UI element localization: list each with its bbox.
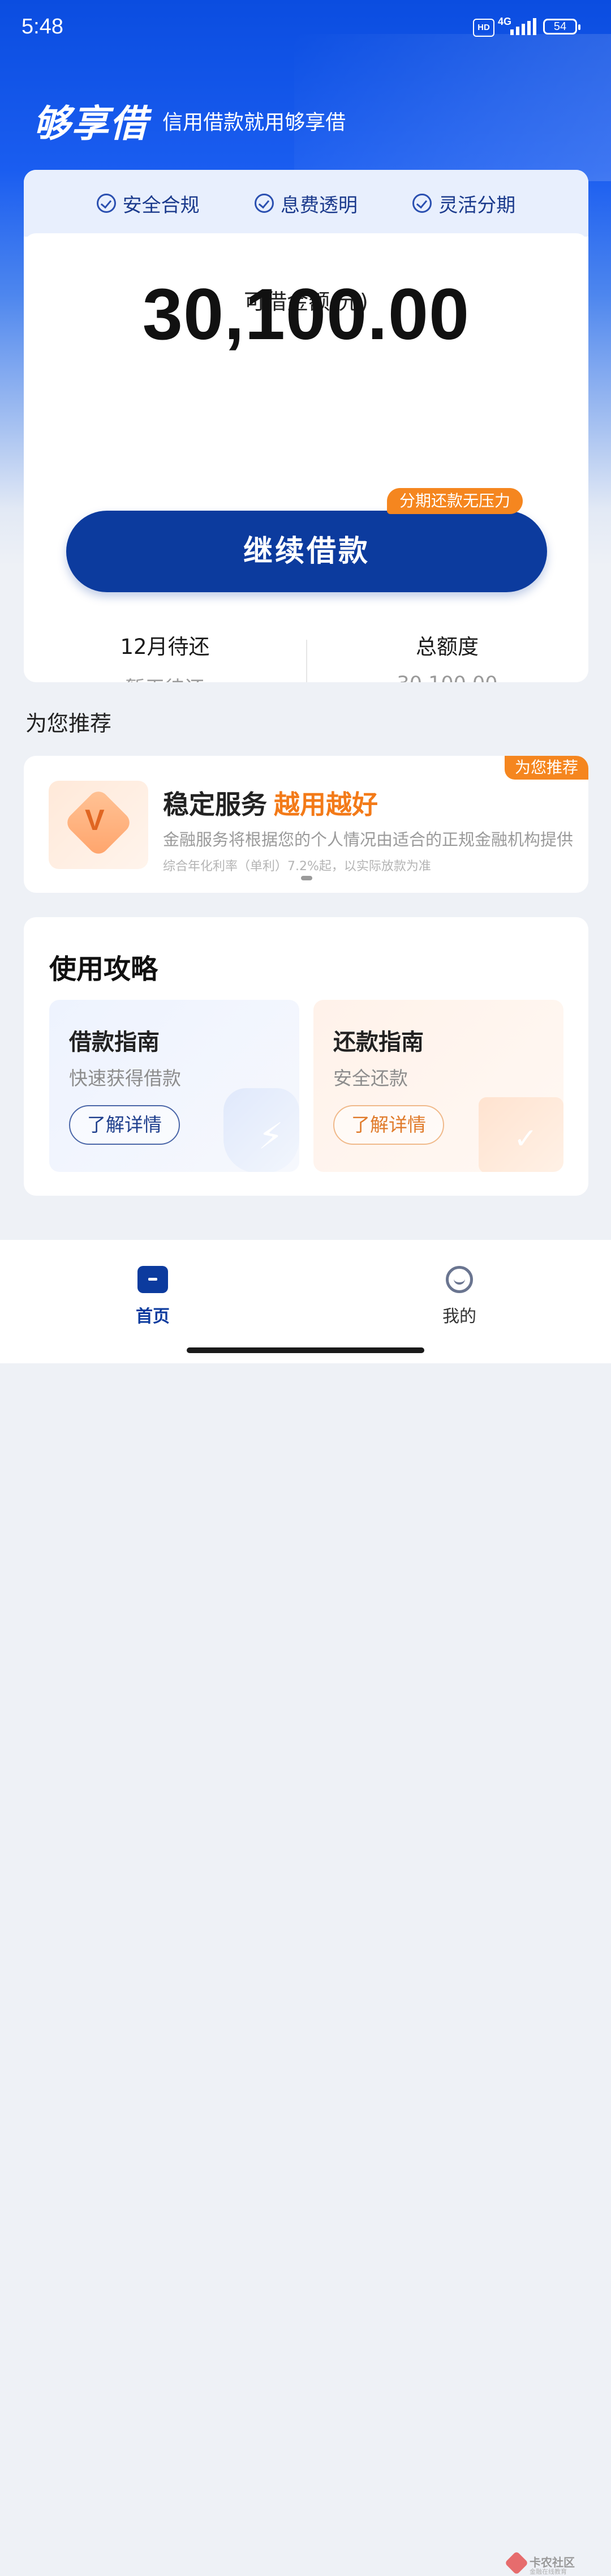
tab-home[interactable]: 首页 — [102, 1266, 204, 1327]
hd-indicator: HD — [473, 19, 494, 37]
recommend-section-title: 为您推荐 — [25, 711, 112, 736]
feature-label: 安全合规 — [122, 194, 200, 217]
check-circle-icon — [254, 194, 274, 213]
stat-divider — [306, 640, 307, 682]
status-bar: 5:48 HD 4G 54 — [0, 0, 611, 57]
brand-logo: 够享借 — [33, 102, 148, 146]
limit-value: 30,100.00 — [306, 673, 588, 682]
due-title: 12月待还 — [120, 635, 210, 659]
borrow-guide-card[interactable]: 借款指南 快速获得借款 了解详情 ⚡ — [49, 1000, 299, 1172]
loan-stats: 12月待还 暂无待还 总额度 30,100.00 — [24, 630, 588, 682]
recommend-rate-note: 综合年化利率（单利）7.2%起，以实际放款为准 — [163, 859, 431, 874]
due-value: 暂无待还 — [24, 673, 306, 682]
check-v-icon: V — [85, 804, 105, 837]
guide-card-title: 借款指南 — [69, 1029, 160, 1055]
usage-guide-section: 使用攻略 借款指南 快速获得借款 了解详情 ⚡ 还款指南 安全还款 了解详情 ✓ — [24, 917, 588, 1196]
feature-item: 灵活分期 — [412, 190, 515, 217]
feature-label: 息费透明 — [280, 194, 358, 217]
feature-item: 息费透明 — [254, 190, 358, 217]
feature-strip: 安全合规 息费透明 灵活分期 — [24, 170, 588, 237]
recommend-title-highlight: 越用越好 — [274, 789, 378, 820]
feature-item: 安全合规 — [96, 190, 200, 217]
heart-shield-icon: V — [49, 781, 148, 869]
recommend-title-text: 稳定服务 — [163, 789, 267, 820]
home-indicator[interactable] — [187, 1347, 424, 1353]
feature-label: 灵活分期 — [438, 194, 516, 217]
brand-slogan: 信用借款就用够享借 — [162, 111, 346, 134]
watermark-logo — [504, 2551, 529, 2575]
available-amount: 30,100.00 — [142, 274, 470, 355]
brand-header: 够享借 信用借款就用够享借 — [33, 93, 346, 148]
home-icon — [137, 1266, 168, 1293]
installment-tag: 分期还款无压力 — [387, 488, 523, 514]
recommend-description: 金融服务将根据您的个人情况由适合的正规金融机构提供 — [163, 830, 574, 849]
watermark: 卡农社区 金融在线教育 — [504, 2551, 576, 2576]
check-circle-icon — [96, 194, 116, 213]
guide-card-subtitle: 安全还款 — [333, 1067, 408, 1089]
battery-icon: 54 — [543, 19, 580, 35]
due-stat[interactable]: 12月待还 暂无待还 — [24, 630, 306, 682]
repay-guide-card[interactable]: 还款指南 安全还款 了解详情 ✓ — [313, 1000, 563, 1172]
tab-home-label: 首页 — [136, 1307, 170, 1326]
guide-card-subtitle: 快速获得借款 — [69, 1067, 181, 1089]
smiley-profile-icon — [446, 1266, 473, 1293]
carousel-indicator — [301, 876, 312, 880]
repay-guide-details-button[interactable]: 了解详情 — [333, 1105, 444, 1145]
status-time: 5:48 — [21, 15, 63, 38]
guide-card-title: 还款指南 — [333, 1029, 424, 1055]
bottom-tab-bar: 首页 我的 卡农社区 金融在线教育 — [0, 1240, 611, 2575]
recommend-title: 稳定服务 越用越好 — [163, 784, 378, 821]
borrow-guide-details-button[interactable]: 了解详情 — [69, 1105, 180, 1145]
check-mark-icon: ✓ — [514, 1122, 537, 1155]
watermark-subtext: 金融在线教育 — [530, 2568, 567, 2575]
limit-title: 总额度 — [416, 635, 479, 659]
check-circle-icon — [412, 194, 432, 213]
recommend-badge: 为您推荐 — [504, 756, 588, 780]
loan-summary: 可借金额(元) 30,100.00 继续借款 分期还款无压力 12月待还 暂无待… — [24, 233, 588, 682]
tab-me-label: 我的 — [442, 1307, 476, 1326]
signal-icon — [510, 18, 536, 35]
recommend-banner[interactable]: 为您推荐 V 稳定服务 越用越好 金融服务将根据您的个人情况由适合的正规金融机构提… — [24, 756, 588, 893]
credit-card-panel: 安全合规 息费透明 灵活分期 可借金额(元) 30,100.00 继续借款 分期… — [24, 170, 588, 682]
continue-borrow-button[interactable]: 继续借款 — [66, 511, 547, 592]
lightning-icon: ⚡ — [258, 1116, 283, 1158]
limit-stat[interactable]: 总额度 30,100.00 — [306, 630, 588, 682]
guide-title: 使用攻略 — [49, 953, 158, 985]
tab-me[interactable]: 我的 — [408, 1266, 510, 1327]
